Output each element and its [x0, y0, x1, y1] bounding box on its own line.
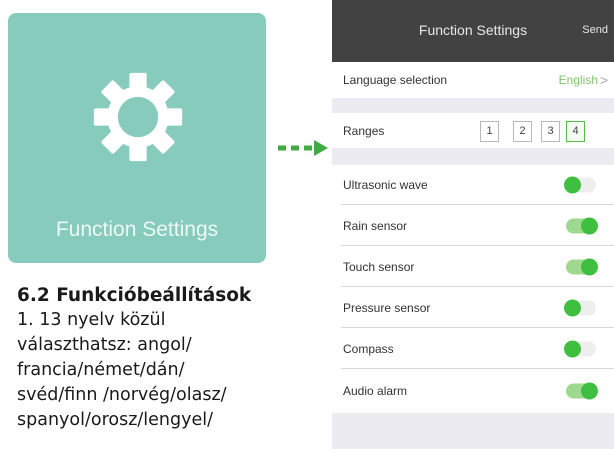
toggle-row: Compass	[332, 328, 614, 369]
dashed-arrow-icon	[278, 140, 328, 156]
ranges-label: Ranges	[343, 123, 385, 138]
section-body: 1. 13 nyelv közül választhatsz: angol/ f…	[17, 308, 317, 433]
body-line: svéd/finn /norvég/olasz/	[17, 385, 227, 405]
function-settings-tile[interactable]: Function Settings	[8, 13, 266, 263]
toggle-row: Pressure sensor	[332, 287, 614, 328]
compass-toggle[interactable]	[564, 340, 596, 357]
section-heading: 6.2 Funkcióbeállítások	[17, 285, 252, 306]
range-option-4[interactable]: 4	[566, 121, 585, 142]
language-selection-row[interactable]: Language selection English >	[332, 62, 614, 98]
screen-title: Function Settings	[418, 22, 528, 38]
toggle-row: Audio alarm	[332, 369, 614, 413]
body-line: választhatsz: angol/	[17, 335, 192, 355]
toggle-label: Touch sensor	[343, 259, 415, 274]
toggle-label: Rain sensor	[343, 218, 408, 233]
sensor-list: Ultrasonic wave Rain sensor Touch sensor…	[332, 165, 614, 413]
toggle-row: Touch sensor	[332, 246, 614, 287]
body-line: 1. 13 nyelv közül	[17, 310, 166, 330]
touch-sensor-toggle[interactable]	[566, 258, 598, 275]
body-line: francia/német/dán/	[17, 360, 185, 380]
toggle-label: Audio alarm	[343, 384, 408, 398]
toggle-label: Compass	[343, 341, 394, 356]
gear-icon	[93, 72, 183, 162]
ranges-row: Ranges 1 2 3 4	[332, 113, 614, 148]
ultrasonic-wave-toggle[interactable]	[564, 176, 596, 194]
toggle-row: Rain sensor	[332, 205, 614, 246]
pressure-sensor-toggle[interactable]	[564, 299, 596, 316]
nav-bar: Function Settings Send	[332, 0, 614, 62]
audio-alarm-toggle[interactable]	[566, 382, 598, 400]
range-option-1[interactable]: 1	[480, 121, 499, 142]
toggle-label: Ultrasonic wave	[343, 178, 428, 192]
phone-screen: Function Settings Send Language selectio…	[332, 0, 614, 449]
tile-label: Function Settings	[55, 218, 219, 241]
range-option-2[interactable]: 2	[513, 121, 532, 142]
toggle-row: Ultrasonic wave	[332, 165, 614, 205]
language-value: English	[558, 73, 598, 87]
toggle-label: Pressure sensor	[343, 300, 431, 315]
chevron-right-icon: >	[599, 72, 608, 88]
range-option-3[interactable]: 3	[541, 121, 560, 142]
send-button[interactable]: Send	[582, 24, 608, 36]
language-label: Language selection	[343, 73, 448, 87]
rain-sensor-toggle[interactable]	[566, 217, 598, 234]
manual-text: 6.2 Funkcióbeállítások 1. 13 nyelv közül…	[17, 284, 317, 433]
